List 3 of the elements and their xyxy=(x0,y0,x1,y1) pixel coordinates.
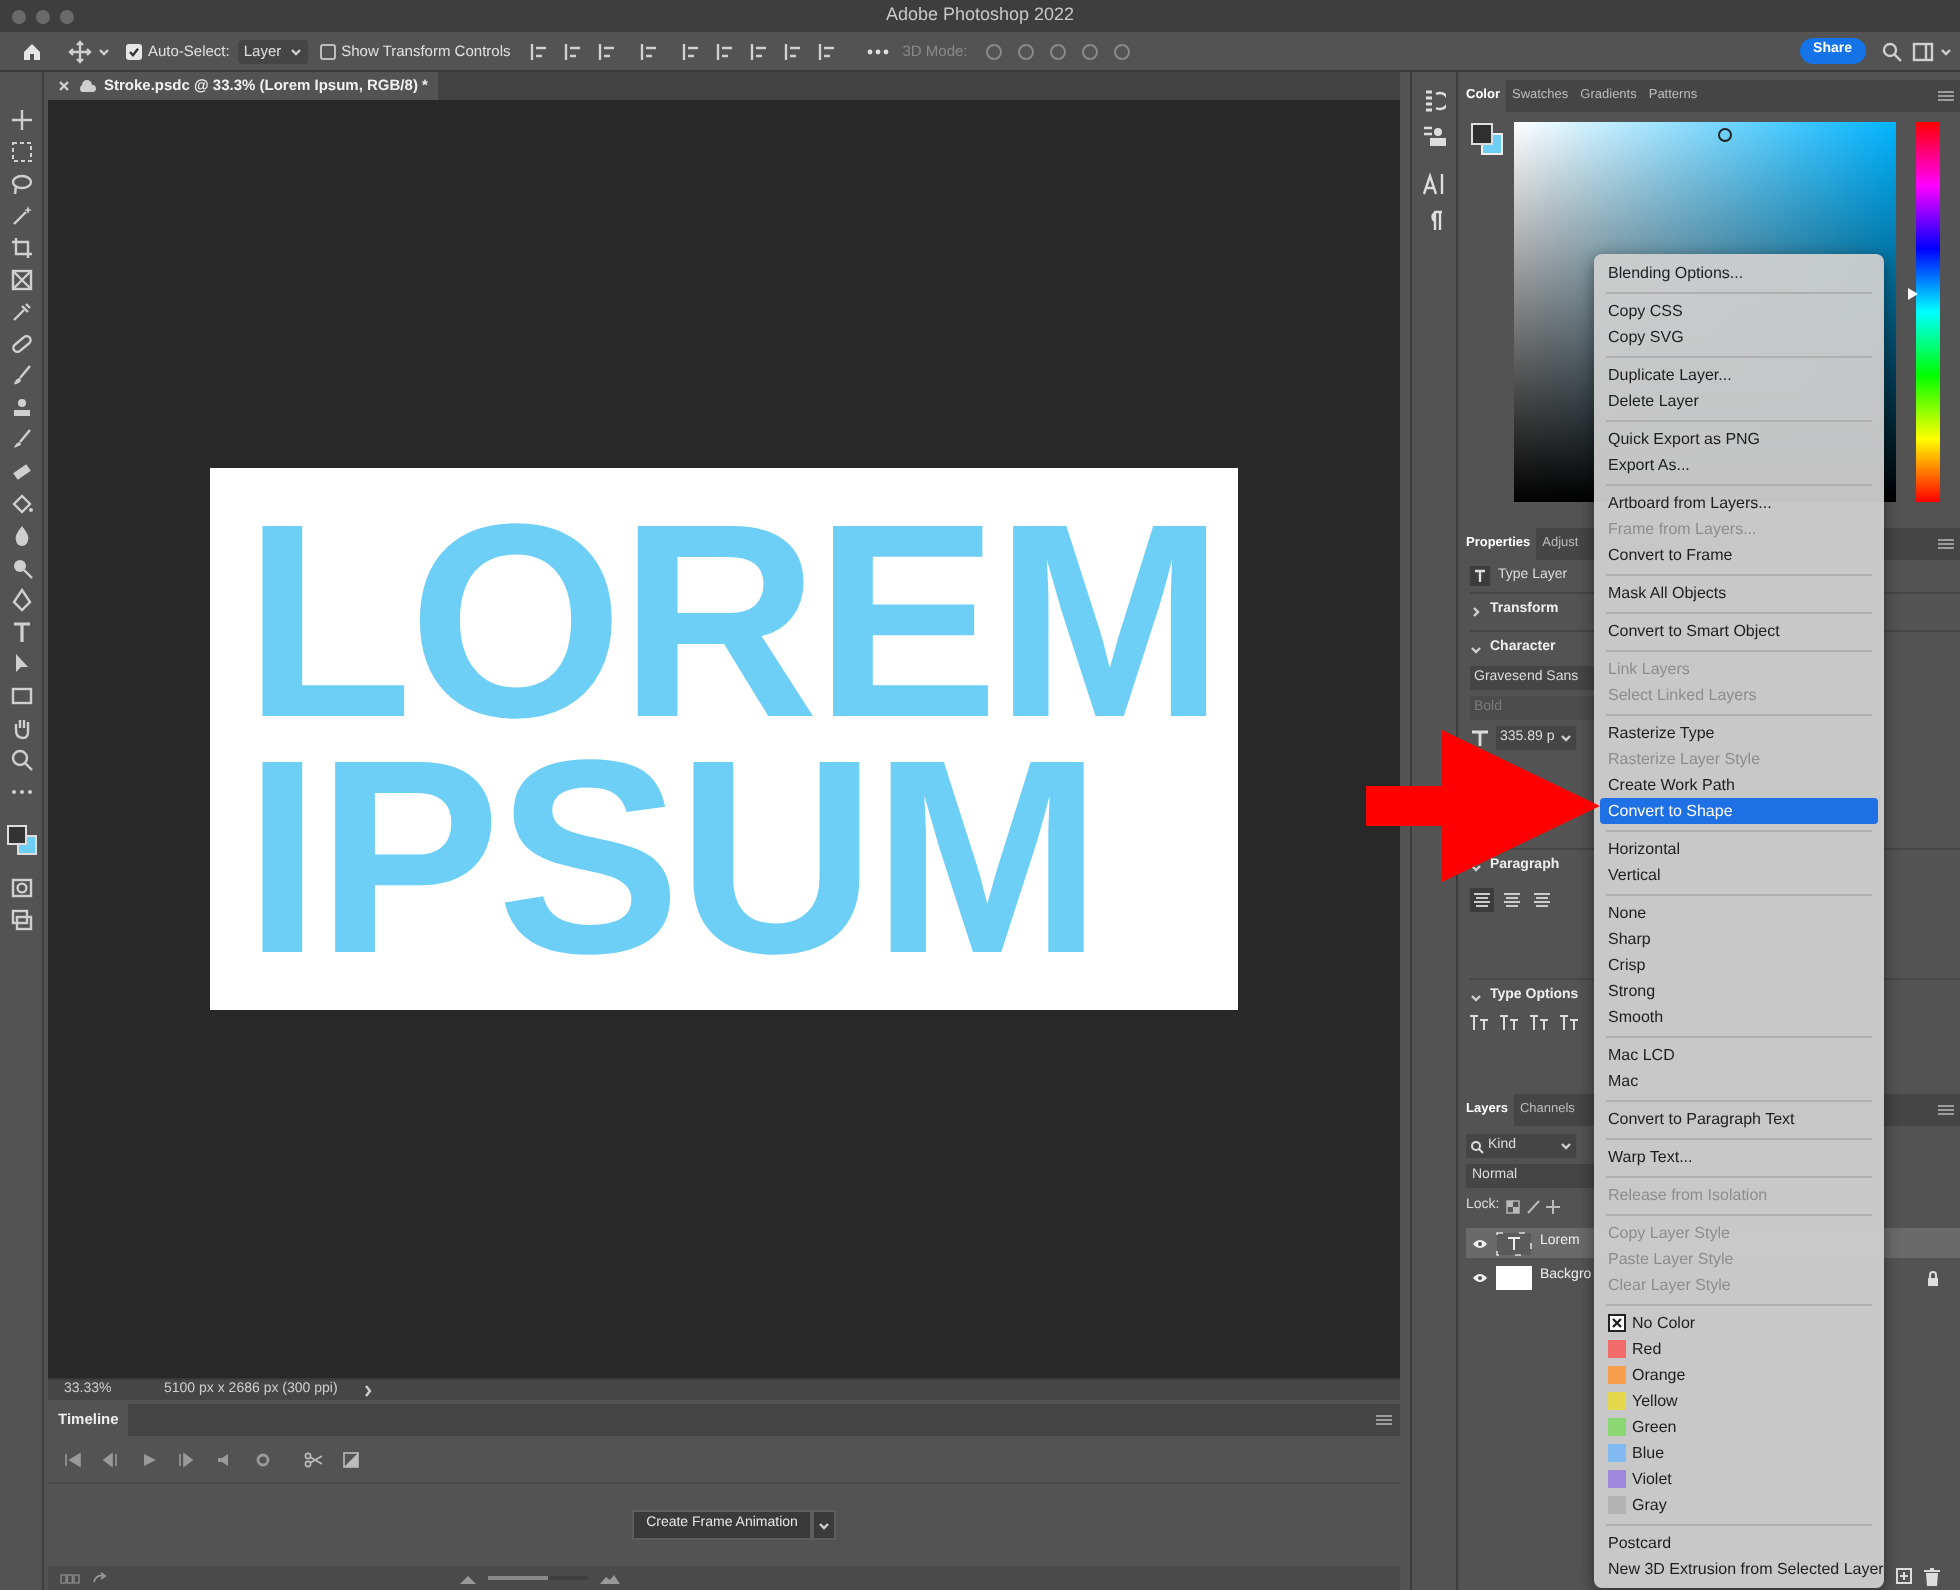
canvas-text: IPSUM xyxy=(244,757,1099,957)
canvas-text: LOREM xyxy=(244,521,1223,721)
window-title: Adobe Photoshop 2022 xyxy=(883,2,1077,29)
